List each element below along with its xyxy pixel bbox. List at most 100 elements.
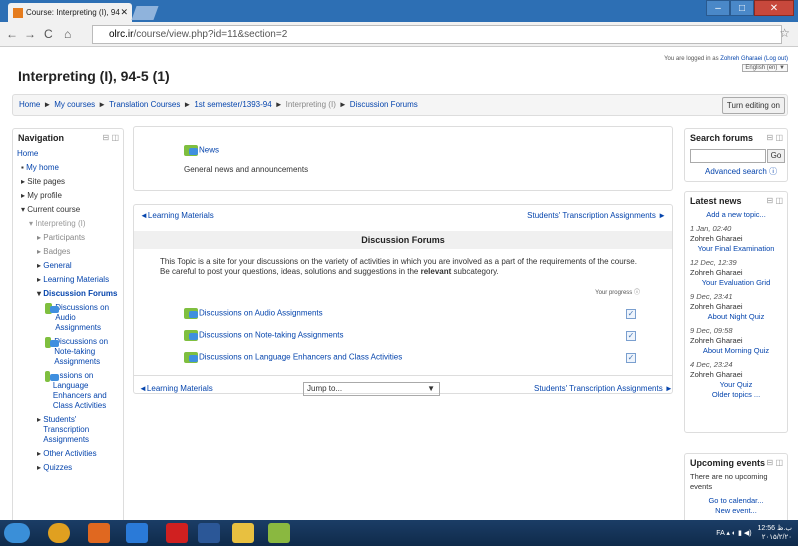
news-subject-link[interactable]: Your Quiz — [690, 380, 782, 390]
login-text: You are logged in as — [664, 56, 719, 62]
news-section: News General news and announcements — [133, 126, 673, 191]
nav-my-home[interactable]: ▪ My home — [17, 161, 119, 175]
turn-editing-button[interactable]: Turn editing on — [721, 97, 785, 114]
crumb-discussion-forums[interactable]: Discussion Forums — [350, 100, 418, 109]
advanced-search-link[interactable]: Advanced search ⓘ — [705, 166, 777, 177]
bottom-prev-link[interactable]: ◄Learning Materials — [139, 384, 213, 393]
news-item: 9 Dec, 23:41 Zohreh Gharaei About Night Qu… — [685, 292, 787, 322]
block-controls-icon[interactable]: ⊟ ◫ — [767, 196, 783, 205]
nav-badges[interactable]: ▸ Badges — [17, 245, 119, 259]
forum-icon — [184, 308, 198, 319]
nav-learning-materials[interactable]: ▸ Learning Materials — [17, 273, 119, 287]
nav-forum-language[interactable]: ...ssions on Language Enhancers and Clas… — [17, 369, 119, 413]
ie-taskbar-icon[interactable] — [126, 523, 148, 543]
news-item: 4 Dec, 23:24 Zohreh Gharaei Your Quiz — [685, 360, 787, 390]
older-topics-link[interactable]: Older topics ... — [685, 390, 787, 400]
forum-language-link[interactable]: Discussions on Language Enhancers and Cl… — [184, 352, 402, 363]
news-subject-link[interactable]: About Night Quiz — [690, 312, 782, 322]
upcoming-events-block: Upcoming events ⊟ ◫ There are no upcomin… — [684, 453, 788, 520]
url-host: olrc.ir — [109, 29, 134, 40]
nav-forum-audio[interactable]: Discussions on Audio Assignments — [17, 301, 119, 335]
block-controls-icon[interactable]: ⊟ ◫ — [103, 133, 119, 142]
news-subject-link[interactable]: About Morning Quiz — [690, 346, 782, 356]
course-title: Interpreting (I), 94-5 (1) — [18, 68, 170, 84]
logout-link[interactable]: (Log out) — [764, 56, 788, 62]
news-subject-link[interactable]: Your Final Examination — [690, 244, 782, 254]
forum-icon — [45, 371, 59, 382]
completion-checkbox[interactable]: ✓ — [626, 353, 636, 363]
news-item: 12 Dec, 12:39 Zohreh Gharaei Your Evaluati… — [685, 258, 787, 288]
news-link[interactable]: News — [184, 145, 219, 156]
nav-quizzes[interactable]: ▸ Quizzes — [17, 461, 119, 475]
prev-section-link[interactable]: ◄Learning Materials — [140, 211, 214, 220]
news-subject-link[interactable]: Your Evaluation Grid — [690, 278, 782, 288]
next-section-link[interactable]: Students' Transcription Assignments ► — [527, 211, 666, 220]
breadcrumb: Home ► My courses ► Translation Courses ► 1st … — [19, 100, 418, 109]
chrome-taskbar-icon[interactable] — [48, 523, 70, 543]
crumb-semester[interactable]: 1st semester/1393-94 — [194, 100, 271, 109]
back-icon[interactable]: ← — [6, 27, 18, 41]
start-button-icon[interactable] — [4, 523, 30, 543]
browser-tab[interactable]: Course: Interpreting (I), 94 ✕ — [8, 3, 132, 22]
close-window-icon[interactable]: ✕ — [754, 0, 794, 16]
help-icon: ⓘ — [769, 167, 778, 176]
close-tab-icon[interactable]: ✕ — [120, 7, 128, 18]
block-controls-icon[interactable]: ⊟ ◫ — [767, 133, 783, 142]
nav-participants[interactable]: ▸ Participants — [17, 231, 119, 245]
new-tab-button[interactable] — [131, 6, 159, 20]
nav-general[interactable]: ▸ General — [17, 259, 119, 273]
media-taskbar-icon[interactable] — [88, 523, 110, 543]
minimize-icon[interactable]: – — [706, 0, 730, 16]
reload-icon[interactable]: C — [44, 27, 53, 41]
nav-my-profile[interactable]: ▸ My profile — [17, 189, 119, 203]
completion-checkbox[interactable]: ✓ — [626, 331, 636, 341]
bottom-next-link[interactable]: Students' Transcription Assignments ► — [534, 384, 673, 393]
bookmark-star-icon[interactable]: ☆ — [779, 26, 790, 40]
nav-other-activities[interactable]: ▸ Other Activities — [17, 447, 119, 461]
forum-audio-link[interactable]: Discussions on Audio Assignments — [184, 308, 323, 319]
tab-title: Course: Interpreting (I), 94 — [26, 8, 120, 17]
nav-site-pages[interactable]: ▸ Site pages — [17, 175, 119, 189]
nav-course[interactable]: ▾ Interpreting (I) — [17, 217, 119, 231]
windows-taskbar: FA ▴ ◐ ▮ ◀) 12:56 ب.ظ ۲۰۱۵/۲/۲۰ — [0, 520, 798, 546]
nav-current-course[interactable]: ▾ Current course — [17, 203, 119, 217]
go-button[interactable]: Go — [767, 149, 785, 163]
nav-discussion-forums[interactable]: ▾ Discussion Forums — [17, 287, 119, 301]
new-event-link[interactable]: New event... — [685, 506, 787, 516]
login-info: You are logged in as Zohreh Gharaei (Log… — [664, 56, 788, 72]
news-item: 9 Dec, 09:58 Zohreh Gharaei About Morning … — [685, 326, 787, 356]
crumb-translation-courses[interactable]: Translation Courses — [109, 100, 180, 109]
calendar-link[interactable]: Go to calendar... — [685, 496, 787, 506]
word-taskbar-icon[interactable] — [198, 523, 220, 543]
help-icon: ⓘ — [633, 290, 640, 296]
app-taskbar-icon[interactable] — [268, 523, 290, 543]
jump-to-select[interactable]: Jump to... ▼ — [303, 382, 440, 396]
language-select[interactable]: English (en) ▼ — [742, 64, 788, 72]
discussion-section: ◄Learning Materials Students' Transcript… — [133, 204, 673, 394]
explorer-taskbar-icon[interactable] — [232, 523, 254, 543]
url-field[interactable]: olrc.ir/course/view.php?id=11&section=2 — [92, 25, 782, 44]
add-topic-link[interactable]: Add a new topic... — [685, 210, 787, 220]
user-link[interactable]: Zohreh Gharaei — [720, 56, 762, 62]
crumb-course[interactable]: Interpreting (I) — [286, 100, 336, 109]
crumb-home[interactable]: Home — [19, 100, 40, 109]
crumb-my-courses[interactable]: My courses — [54, 100, 95, 109]
browser-tab-strip: Course: Interpreting (I), 94 ✕ – □ ✕ — [0, 0, 798, 22]
nav-transcription[interactable]: ▸ Students' Transcription Assignments — [17, 413, 119, 447]
tray-language[interactable]: FA — [716, 530, 724, 537]
nav-forum-notetaking[interactable]: Discussions on Note-taking Assignments — [17, 335, 119, 369]
forward-icon[interactable]: → — [24, 27, 36, 41]
block-controls-icon[interactable]: ⊟ ◫ — [767, 458, 783, 467]
maximize-icon[interactable]: □ — [730, 0, 754, 16]
home-icon[interactable]: ⌂ — [64, 27, 71, 41]
section-title: Discussion Forums — [134, 231, 672, 249]
search-input[interactable] — [690, 149, 766, 163]
completion-checkbox[interactable]: ✓ — [626, 309, 636, 319]
forum-notetaking-link[interactable]: Discussions on Note-taking Assignments — [184, 330, 344, 341]
forum-icon — [184, 145, 198, 156]
nav-home[interactable]: Home — [17, 147, 119, 161]
pdf-taskbar-icon[interactable] — [166, 523, 188, 543]
breadcrumb-bar: Home ► My courses ► Translation Courses ► 1st … — [12, 94, 788, 116]
news-description: General news and announcements — [184, 165, 309, 174]
search-forums-block: Search forums ⊟ ◫ Go Advanced search ⓘ — [684, 128, 788, 182]
